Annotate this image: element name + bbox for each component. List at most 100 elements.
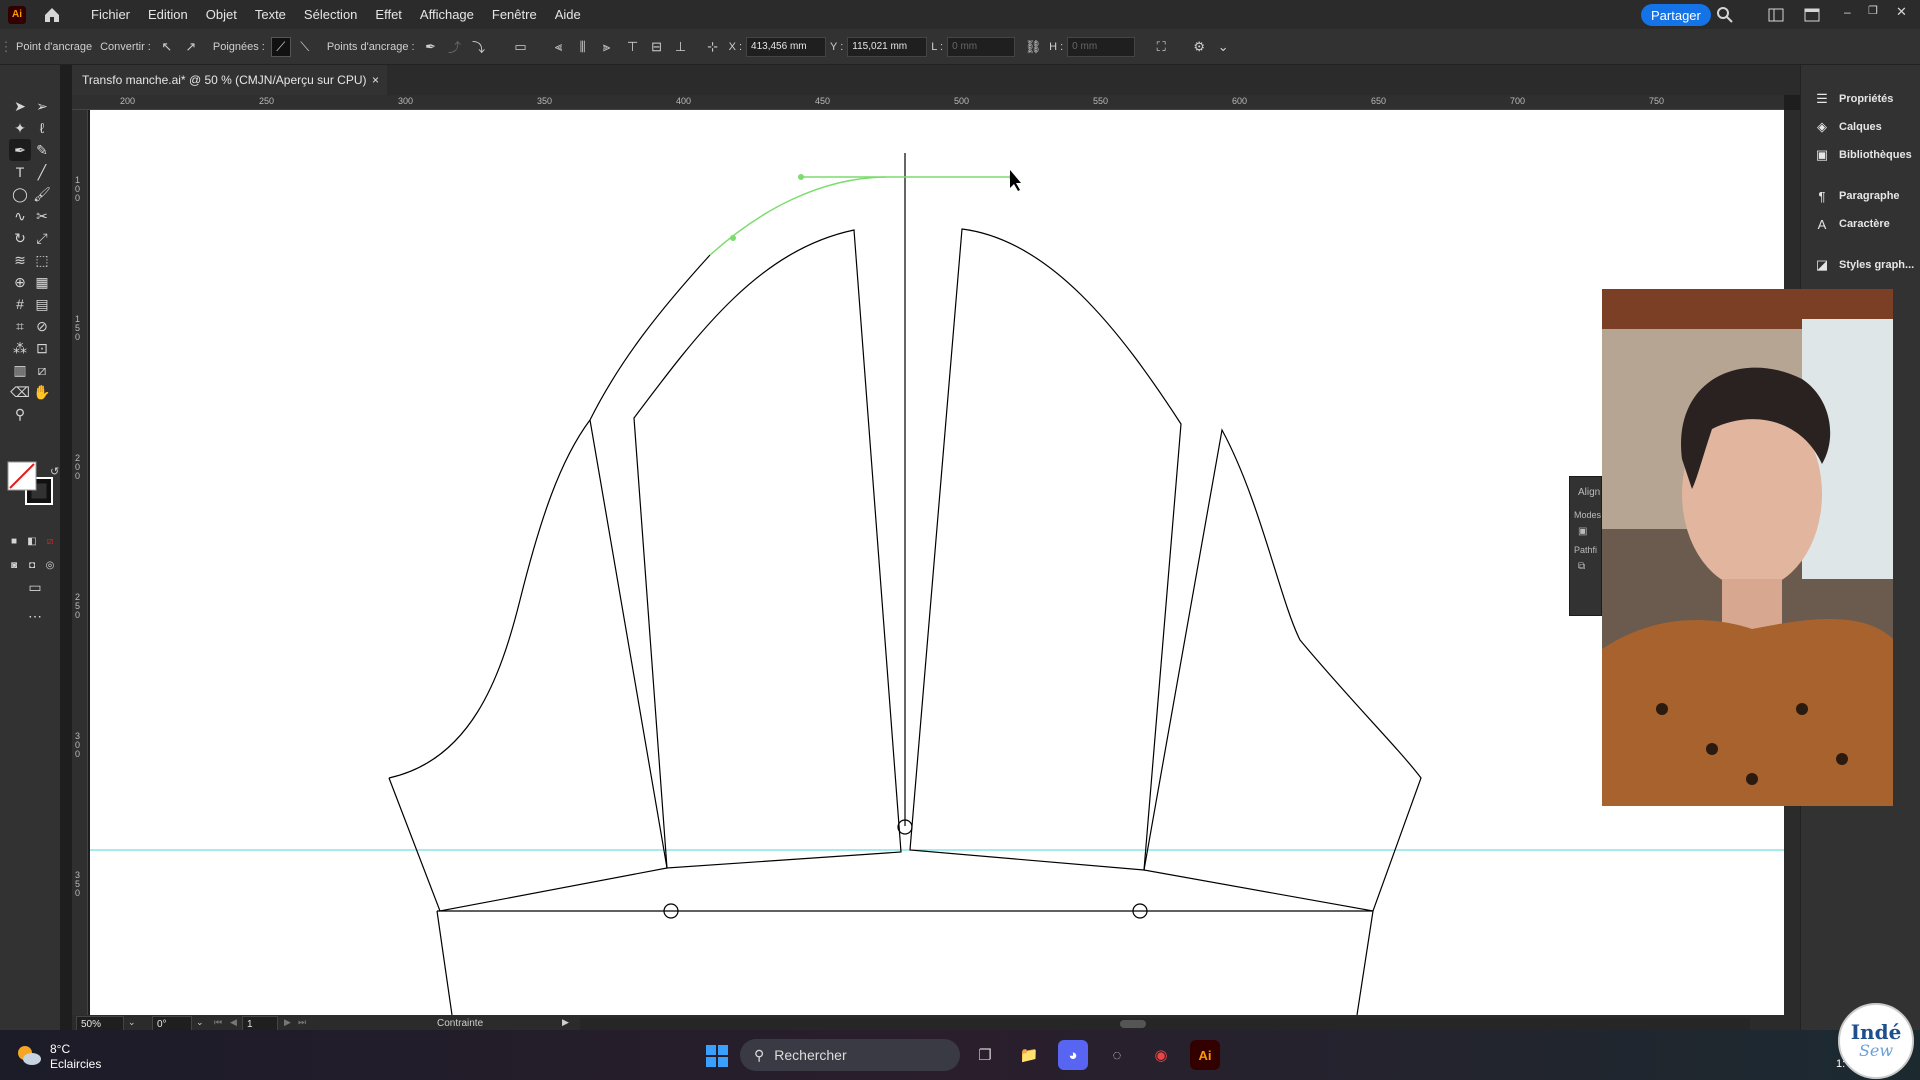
align-panel[interactable]: Align Modes ▣ Pathfi ⧉ — [1569, 476, 1602, 616]
convert-corner-icon[interactable]: ↖ — [157, 37, 177, 57]
home-icon[interactable] — [42, 5, 62, 25]
x-field[interactable]: 413,456 mm — [746, 36, 827, 57]
chrome-icon[interactable]: ◉ — [1146, 1040, 1176, 1070]
fill-stroke-swatch[interactable]: ↺ — [6, 460, 60, 512]
menu-fichier[interactable]: Fichier — [82, 7, 139, 22]
next-artboard-icon[interactable]: ▶ — [284, 1017, 291, 1028]
align-vcenter-icon[interactable]: ⊟ — [647, 37, 667, 57]
scissors-tool-icon[interactable]: ✂ — [31, 205, 53, 227]
isolate-icon[interactable]: ▭ — [511, 37, 531, 57]
connect-anchor-icon[interactable]: ⤴ — [445, 37, 465, 57]
magic-wand-tool-icon[interactable]: ✦ — [9, 117, 31, 139]
show-handles-icon[interactable]: ⟋ — [270, 36, 291, 57]
rotate-tool-icon[interactable]: ↻ — [9, 227, 31, 249]
start-menu-icon[interactable] — [705, 1044, 729, 1068]
weather-icon[interactable] — [16, 1044, 42, 1066]
zoom-tool-icon[interactable]: ⚲ — [9, 403, 31, 425]
gradient-tool-icon[interactable]: ▤ — [31, 293, 53, 315]
arrange-documents-icon[interactable] — [1768, 8, 1784, 22]
last-artboard-icon[interactable]: ⏭ — [298, 1017, 306, 1028]
left-panel-path[interactable] — [388, 419, 668, 912]
screen-mode-icon[interactable]: ▭ — [24, 576, 46, 598]
selection-tool-icon[interactable]: ➤ — [9, 95, 31, 117]
workspace-icon[interactable] — [1804, 8, 1820, 22]
slice-tool-icon[interactable]: ⧄ — [31, 359, 53, 381]
h-field[interactable]: 0 mm — [1067, 36, 1136, 57]
sleeve-pattern-drawing[interactable] — [90, 110, 1784, 1015]
panel-paragraph[interactable]: ¶ Paragraphe — [1813, 185, 1900, 207]
paintbrush-tool-icon[interactable]: 🖌 — [31, 183, 53, 205]
anchor-point[interactable] — [730, 235, 736, 241]
panel-properties[interactable]: ☰ Propriétés — [1813, 88, 1893, 110]
menu-edition[interactable]: Edition — [139, 7, 197, 22]
sleeve-side-right[interactable] — [1356, 910, 1374, 1015]
shape-builder-tool-icon[interactable]: ⊕ — [9, 271, 31, 293]
right-panel-path[interactable] — [1143, 428, 1422, 912]
status-menu-icon[interactable]: ▶ — [562, 1017, 569, 1028]
panel-character[interactable]: A Caractère — [1813, 213, 1890, 235]
line-tool-icon[interactable]: ╱ — [31, 161, 53, 183]
mesh-tool-icon[interactable]: # — [9, 293, 31, 315]
scrollbar-thumb[interactable] — [1120, 1020, 1146, 1028]
align-top-icon[interactable]: ⊤ — [623, 37, 643, 57]
panel-layers[interactable]: ◈ Calques — [1813, 116, 1882, 138]
perspective-tool-icon[interactable]: ▦ — [31, 271, 53, 293]
ellipse-tool-icon[interactable]: ◯ — [9, 183, 31, 205]
sleeve-outer-left-curve[interactable] — [388, 419, 591, 779]
hand-tool-icon[interactable]: ✋ — [31, 381, 53, 403]
minimize-icon[interactable]: – — [1844, 5, 1851, 19]
close-window-icon[interactable]: ✕ — [1896, 4, 1907, 20]
draw-inside-icon[interactable]: ◎ — [39, 554, 61, 576]
direct-selection-tool-icon[interactable]: ➢ — [31, 95, 53, 117]
artboard-tool-icon[interactable]: ⊡ — [31, 337, 53, 359]
menu-fenetre[interactable]: Fenêtre — [483, 7, 546, 22]
eyedropper-tool-icon[interactable]: ⌗ — [9, 315, 31, 337]
transform-icon[interactable]: ⛶ — [1151, 37, 1171, 57]
file-explorer-icon[interactable]: 📁 — [1014, 1040, 1044, 1070]
hide-handles-icon[interactable]: ⟍ — [295, 37, 315, 57]
y-field[interactable]: 115,021 mm — [847, 36, 928, 57]
menu-selection[interactable]: Sélection — [295, 7, 366, 22]
discord-icon[interactable]: ◕ — [1058, 1040, 1088, 1070]
app-icon[interactable]: ◌ — [1102, 1040, 1132, 1070]
vertical-ruler[interactable]: 100 150 200 250 300 350 — [72, 110, 88, 1015]
zoom-chevron-down-icon[interactable]: ⌄ — [128, 1017, 136, 1028]
first-artboard-icon[interactable]: ⏮ — [214, 1017, 222, 1028]
align-left-icon[interactable]: ⫷ — [549, 37, 569, 57]
blend-tool-icon[interactable]: ⊘ — [31, 315, 53, 337]
more-tools-icon[interactable]: ⋯ — [24, 605, 46, 627]
curvature-tool-icon[interactable]: ✎ — [31, 139, 53, 161]
menu-texte[interactable]: Texte — [246, 7, 295, 22]
shaper-tool-icon[interactable]: ∿ — [9, 205, 31, 227]
symbol-sprayer-tool-icon[interactable]: ⁂ — [9, 337, 31, 359]
taskbar-search[interactable]: ⚲ Rechercher — [740, 1039, 960, 1071]
free-transform-tool-icon[interactable]: ⬚ — [31, 249, 53, 271]
link-proportions-icon[interactable]: ⛓ — [1023, 37, 1043, 57]
align-bottom-icon[interactable]: ⊥ — [671, 37, 691, 57]
panel-graphic-styles[interactable]: ◪ Styles graph... — [1813, 254, 1914, 276]
horizontal-ruler[interactable]: 200 250 300 350 400 450 500 550 600 650 … — [72, 95, 1784, 110]
share-button[interactable]: Partager — [1641, 4, 1711, 26]
align-hcenter-icon[interactable]: ⫼ — [573, 37, 593, 57]
chevron-down-icon[interactable]: ⌄ — [1213, 37, 1233, 57]
reference-point-icon[interactable]: ⊹ — [703, 37, 723, 57]
eraser-tool-icon[interactable]: ⌫ — [9, 381, 31, 403]
scale-tool-icon[interactable]: ⤢ — [31, 227, 53, 249]
right-center-panel[interactable] — [909, 228, 1182, 871]
panel-libraries[interactable]: ▣ Bibliothèques — [1813, 144, 1912, 166]
menu-effet[interactable]: Effet — [366, 7, 411, 22]
align-right-icon[interactable]: ⫸ — [597, 37, 617, 57]
lasso-tool-icon[interactable]: ℓ — [31, 117, 53, 139]
shape-modes-icon[interactable]: ▣ — [1570, 520, 1601, 537]
horizontal-scrollbar[interactable] — [580, 1018, 1750, 1030]
pathfinder-icon[interactable]: ⧉ — [1570, 555, 1601, 572]
artboard-canvas[interactable] — [90, 110, 1784, 1015]
task-view-icon[interactable]: ❐ — [970, 1040, 1000, 1070]
none-mode-icon[interactable]: ⧄ — [39, 530, 61, 552]
convert-smooth-icon[interactable]: ↗ — [181, 37, 201, 57]
search-icon[interactable] — [1716, 6, 1734, 24]
left-center-panel[interactable] — [633, 229, 902, 869]
document-tab[interactable]: Transfo manche.ai* @ 50 % (CMJN/Aperçu s… — [72, 65, 387, 95]
sleeve-side-left[interactable] — [436, 910, 453, 1015]
shape-options-icon[interactable]: ⚙ — [1189, 37, 1209, 57]
